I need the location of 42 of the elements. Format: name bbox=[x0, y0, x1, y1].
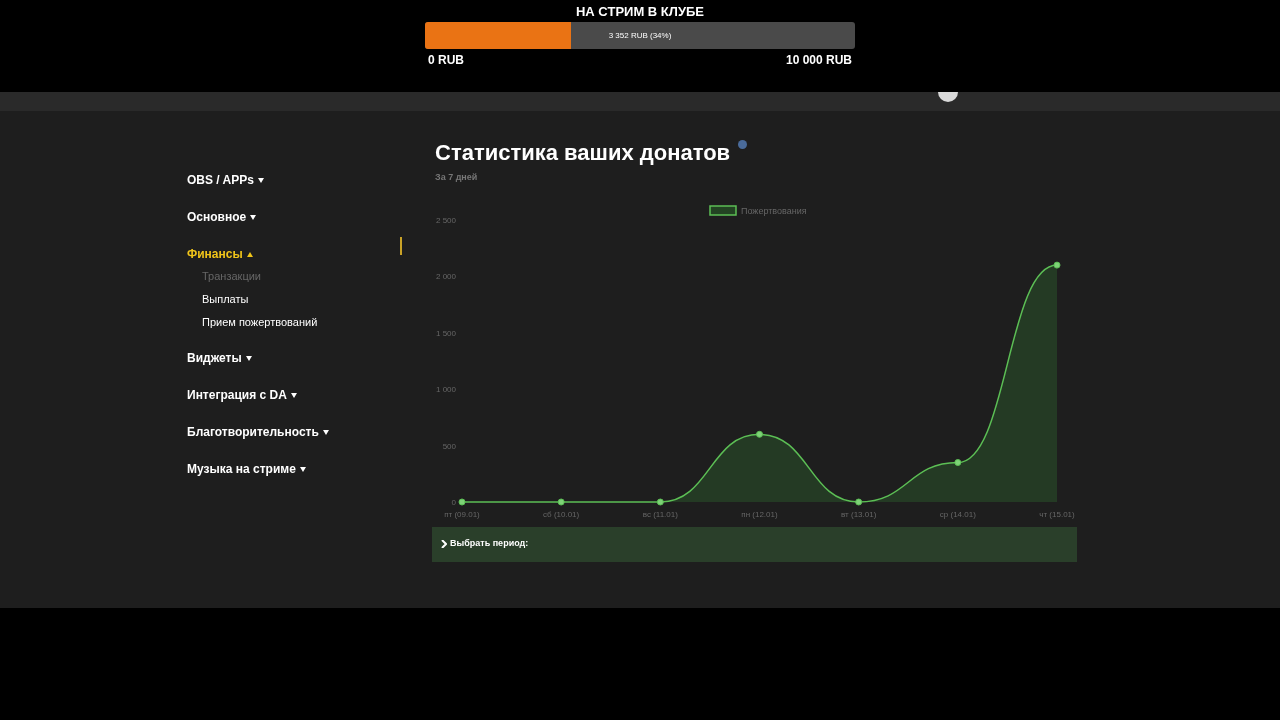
submenu-item[interactable]: Выплаты bbox=[202, 291, 402, 314]
data-point bbox=[855, 498, 863, 505]
caret-down-icon bbox=[245, 355, 252, 361]
data-point bbox=[458, 498, 466, 505]
sidebar-item[interactable]: Интеграция с DA bbox=[187, 386, 297, 404]
avatar-icon bbox=[938, 92, 958, 102]
y-tick-label: 1 500 bbox=[435, 328, 456, 338]
sidebar-item[interactable]: Музыка на стриме bbox=[187, 460, 306, 478]
caret-down-icon bbox=[290, 392, 297, 398]
caret-up-icon bbox=[246, 251, 253, 257]
data-point bbox=[756, 430, 763, 438]
sidebar-item[interactable]: Основное bbox=[187, 208, 257, 226]
goal-title: НА СТРИМ В КЛУБЕ bbox=[576, 4, 704, 20]
info-icon bbox=[738, 140, 748, 149]
sidebar-item[interactable]: OBS / APPs bbox=[187, 171, 264, 189]
data-point bbox=[557, 498, 565, 505]
goal-min-label: 0 RUB bbox=[428, 52, 464, 69]
x-tick-label: вт (13.01) bbox=[841, 509, 877, 519]
caret-down-icon bbox=[250, 214, 257, 220]
sidebar-item[interactable]: Благотворительность bbox=[187, 423, 329, 441]
goal-max-label: 10 000 RUB bbox=[785, 52, 852, 69]
page-subtitle: За 7 дней bbox=[434, 171, 479, 184]
x-tick-label: чт (15.01) bbox=[1039, 509, 1075, 519]
data-point bbox=[954, 458, 962, 466]
progress-reading: 3 352 RUB (34%) bbox=[607, 30, 673, 42]
sidebar-item[interactable]: Финансы bbox=[187, 245, 253, 263]
chevron-right-icon bbox=[441, 540, 447, 548]
caret-down-icon bbox=[257, 177, 264, 183]
sidebar-item[interactable]: Виджеты bbox=[187, 349, 252, 367]
y-tick-label: 500 bbox=[442, 441, 456, 451]
caret-down-icon bbox=[299, 466, 306, 472]
x-tick-label: пн (12.01) bbox=[741, 509, 778, 519]
legend-swatch bbox=[709, 204, 737, 216]
page-title: Статистика ваших донатов bbox=[435, 139, 731, 167]
submenu-item[interactable]: Прием пожертвований bbox=[202, 314, 402, 337]
x-tick-label: сб (10.01) bbox=[543, 509, 580, 519]
legend-label: Пожертвования bbox=[741, 205, 807, 216]
active-indicator bbox=[400, 237, 402, 255]
data-point bbox=[1053, 261, 1061, 269]
period-toggle[interactable]: Выбрать период: bbox=[432, 526, 1077, 562]
data-point bbox=[656, 498, 664, 505]
caret-down-icon bbox=[322, 429, 329, 435]
